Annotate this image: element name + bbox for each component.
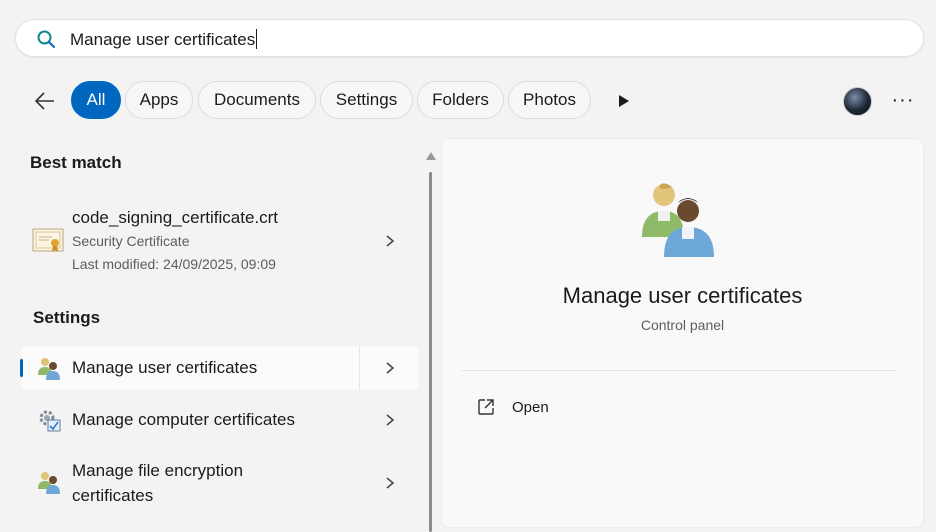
settings-item-manage-user-certificates[interactable]: Manage user certificates [20,346,418,390]
filter-documents[interactable]: Documents [198,81,316,119]
best-match-modified: Last modified: 24/09/2025, 09:09 [72,256,276,272]
certificate-icon [32,228,64,252]
results-scrollbar[interactable] [426,148,436,532]
chevron-right-icon[interactable] [384,361,396,375]
search-input[interactable]: Manage user certificates [70,29,257,50]
open-action[interactable]: Open [462,389,662,425]
users-icon [38,358,60,380]
users-icon [38,472,60,494]
settings-heading: Settings [33,308,101,327]
settings-item-manage-file-encryption-certificates[interactable]: Manage file encryption certificates [22,456,418,512]
selection-indicator [20,359,23,377]
computer-cert-icon [39,410,61,432]
best-match-type: Security Certificate [72,233,190,249]
best-match-heading: Best match [30,153,122,172]
filter-all[interactable]: All [71,81,121,119]
filter-photos[interactable]: Photos [508,81,591,119]
more-options-icon[interactable]: ··· [891,90,915,110]
search-icon [37,30,56,49]
users-icon [642,183,714,257]
open-external-icon [478,399,494,415]
settings-item-label: Manage user certificates [72,358,258,377]
chevron-right-icon[interactable] [384,413,396,427]
avatar[interactable] [843,87,872,116]
more-filters-play-icon[interactable] [612,90,634,112]
search-box[interactable]: Manage user certificates [15,19,924,57]
settings-item-label-line2: certificates [72,486,154,505]
divider [462,370,897,371]
chevron-right-icon [386,235,395,247]
filter-folders[interactable]: Folders [417,81,504,119]
scrollbar-thumb[interactable] [429,172,432,532]
best-match-title: code_signing_certificate.crt [72,208,279,227]
filter-settings[interactable]: Settings [320,81,413,119]
settings-item-label: Manage computer certificates [72,410,295,429]
scroll-up-arrow-icon[interactable] [426,152,436,160]
settings-item-label-line1: Manage file encryption [72,461,244,480]
chevron-right-icon[interactable] [384,476,396,490]
back-arrow-icon[interactable] [32,88,58,114]
settings-item-manage-computer-certificates[interactable]: Manage computer certificates [22,398,418,442]
open-label: Open [512,399,549,416]
detail-pane: Manage user certificates Control panel O… [441,138,924,528]
filter-apps[interactable]: Apps [125,81,193,119]
detail-title: Manage user certificates [562,283,803,308]
row-divider [359,346,360,390]
best-match-item[interactable]: code_signing_certificate.crt Security Ce… [22,196,418,284]
detail-subtitle: Control panel [640,317,725,333]
